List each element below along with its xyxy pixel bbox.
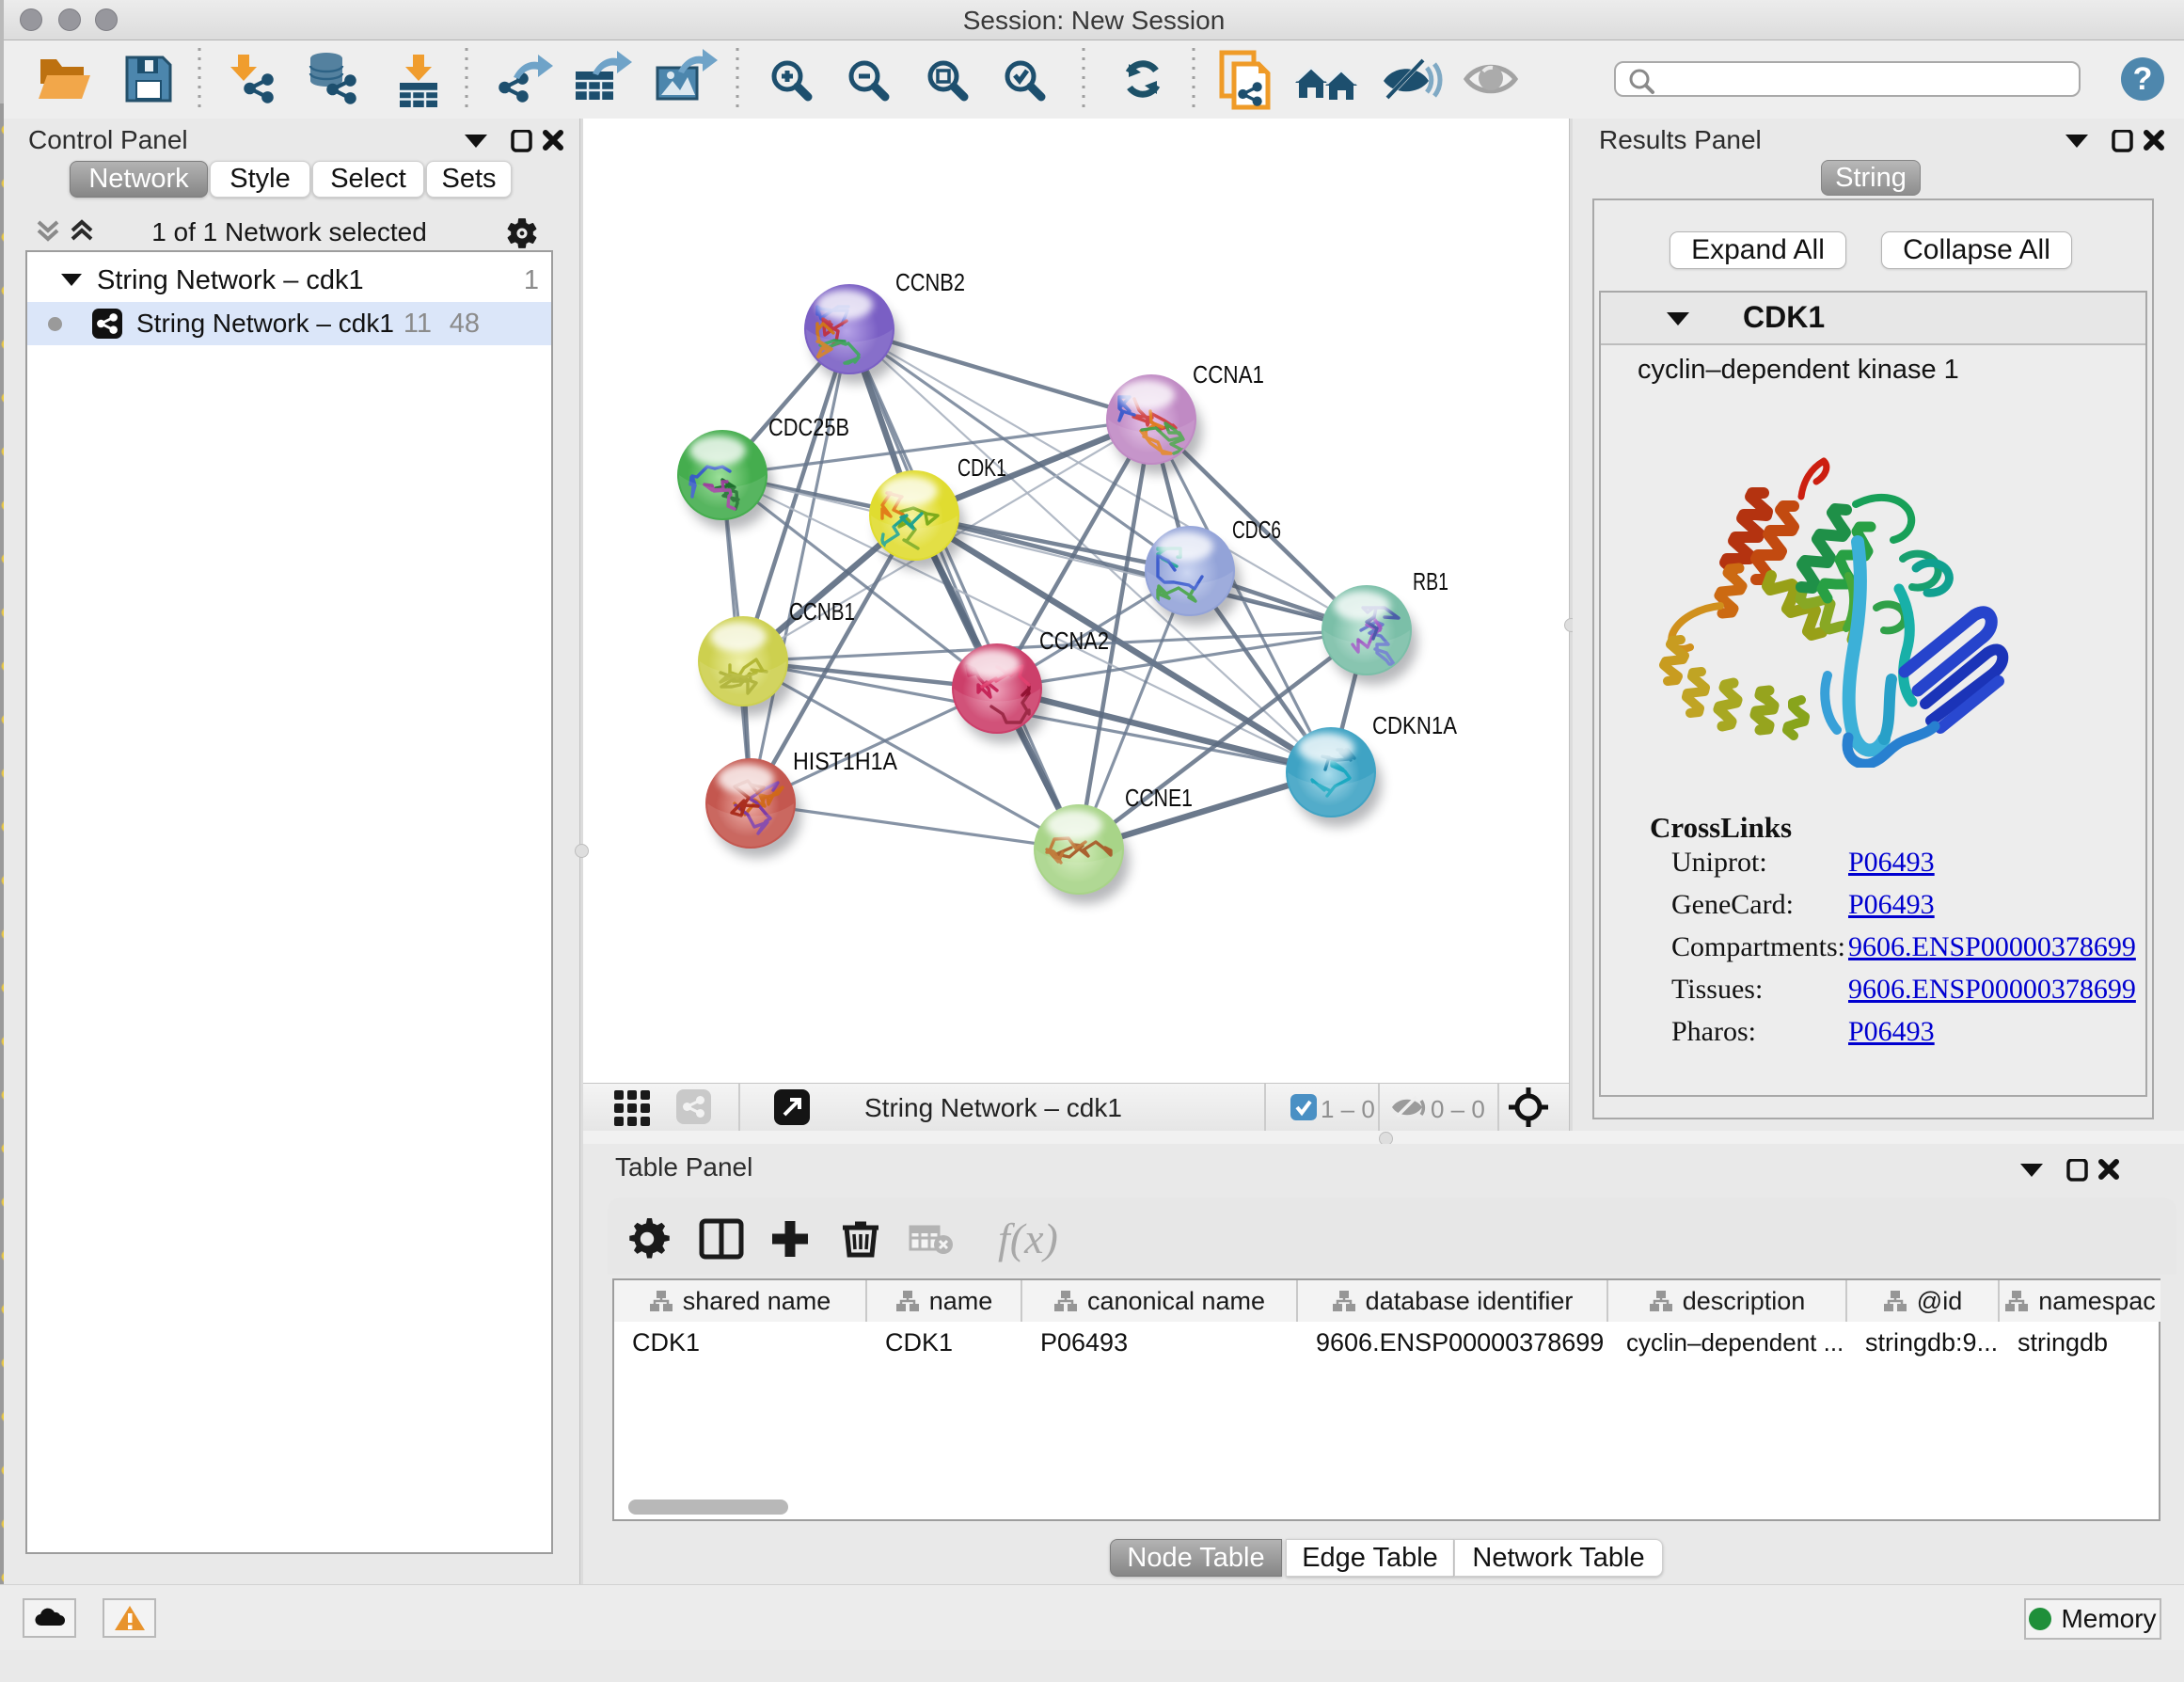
svg-text:CCNE1: CCNE1 — [1125, 784, 1193, 812]
svg-text:CCNA1: CCNA1 — [1193, 360, 1264, 389]
svg-text:CDK1: CDK1 — [957, 453, 1006, 482]
svg-text:CCNB2: CCNB2 — [895, 268, 965, 296]
svg-text:?: ? — [2133, 61, 2153, 97]
svg-text:RB1: RB1 — [1413, 567, 1448, 595]
svg-text:CCNA2: CCNA2 — [1039, 627, 1109, 655]
svg-text:CCNB1: CCNB1 — [789, 597, 855, 626]
svg-text:CDKN1A: CDKN1A — [1372, 711, 1458, 739]
svg-text:CDC6: CDC6 — [1232, 516, 1281, 544]
svg-text:f(x): f(x) — [998, 1214, 1058, 1262]
svg-text:CDC25B: CDC25B — [768, 413, 849, 441]
svg-text:HIST1H1A: HIST1H1A — [793, 747, 898, 775]
